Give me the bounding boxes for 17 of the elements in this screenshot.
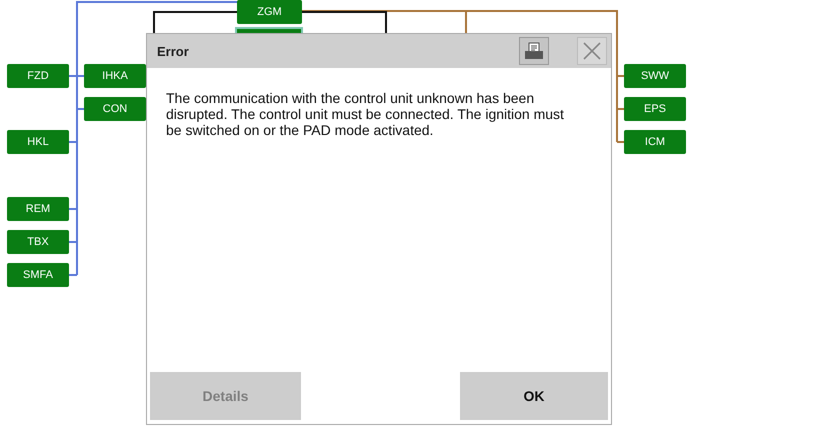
printer-icon [524, 42, 544, 60]
module-node[interactable]: REM [7, 197, 69, 221]
module-node[interactable]: SMFA [7, 263, 69, 287]
ok-button[interactable]: OK [460, 372, 608, 420]
module-node[interactable]: CON [84, 97, 146, 121]
module-node[interactable]: ICM [624, 130, 686, 154]
module-node[interactable]: SWW [624, 64, 686, 88]
print-button[interactable] [519, 37, 549, 65]
module-node[interactable]: ZGM [237, 0, 302, 24]
module-node[interactable]: IHKA [84, 64, 146, 88]
module-node[interactable]: HKL [7, 130, 69, 154]
module-node[interactable]: TBX [7, 230, 69, 254]
module-node[interactable]: FZD [7, 64, 69, 88]
module-node[interactable]: EPS [624, 97, 686, 121]
error-message: The communication with the control unit unknown has been disrupted. The control unit must be connected. The ignition must be switched on or the PAD mode activated. [166, 90, 565, 138]
close-icon [582, 41, 602, 61]
dialog-title: Error [157, 44, 190, 58]
